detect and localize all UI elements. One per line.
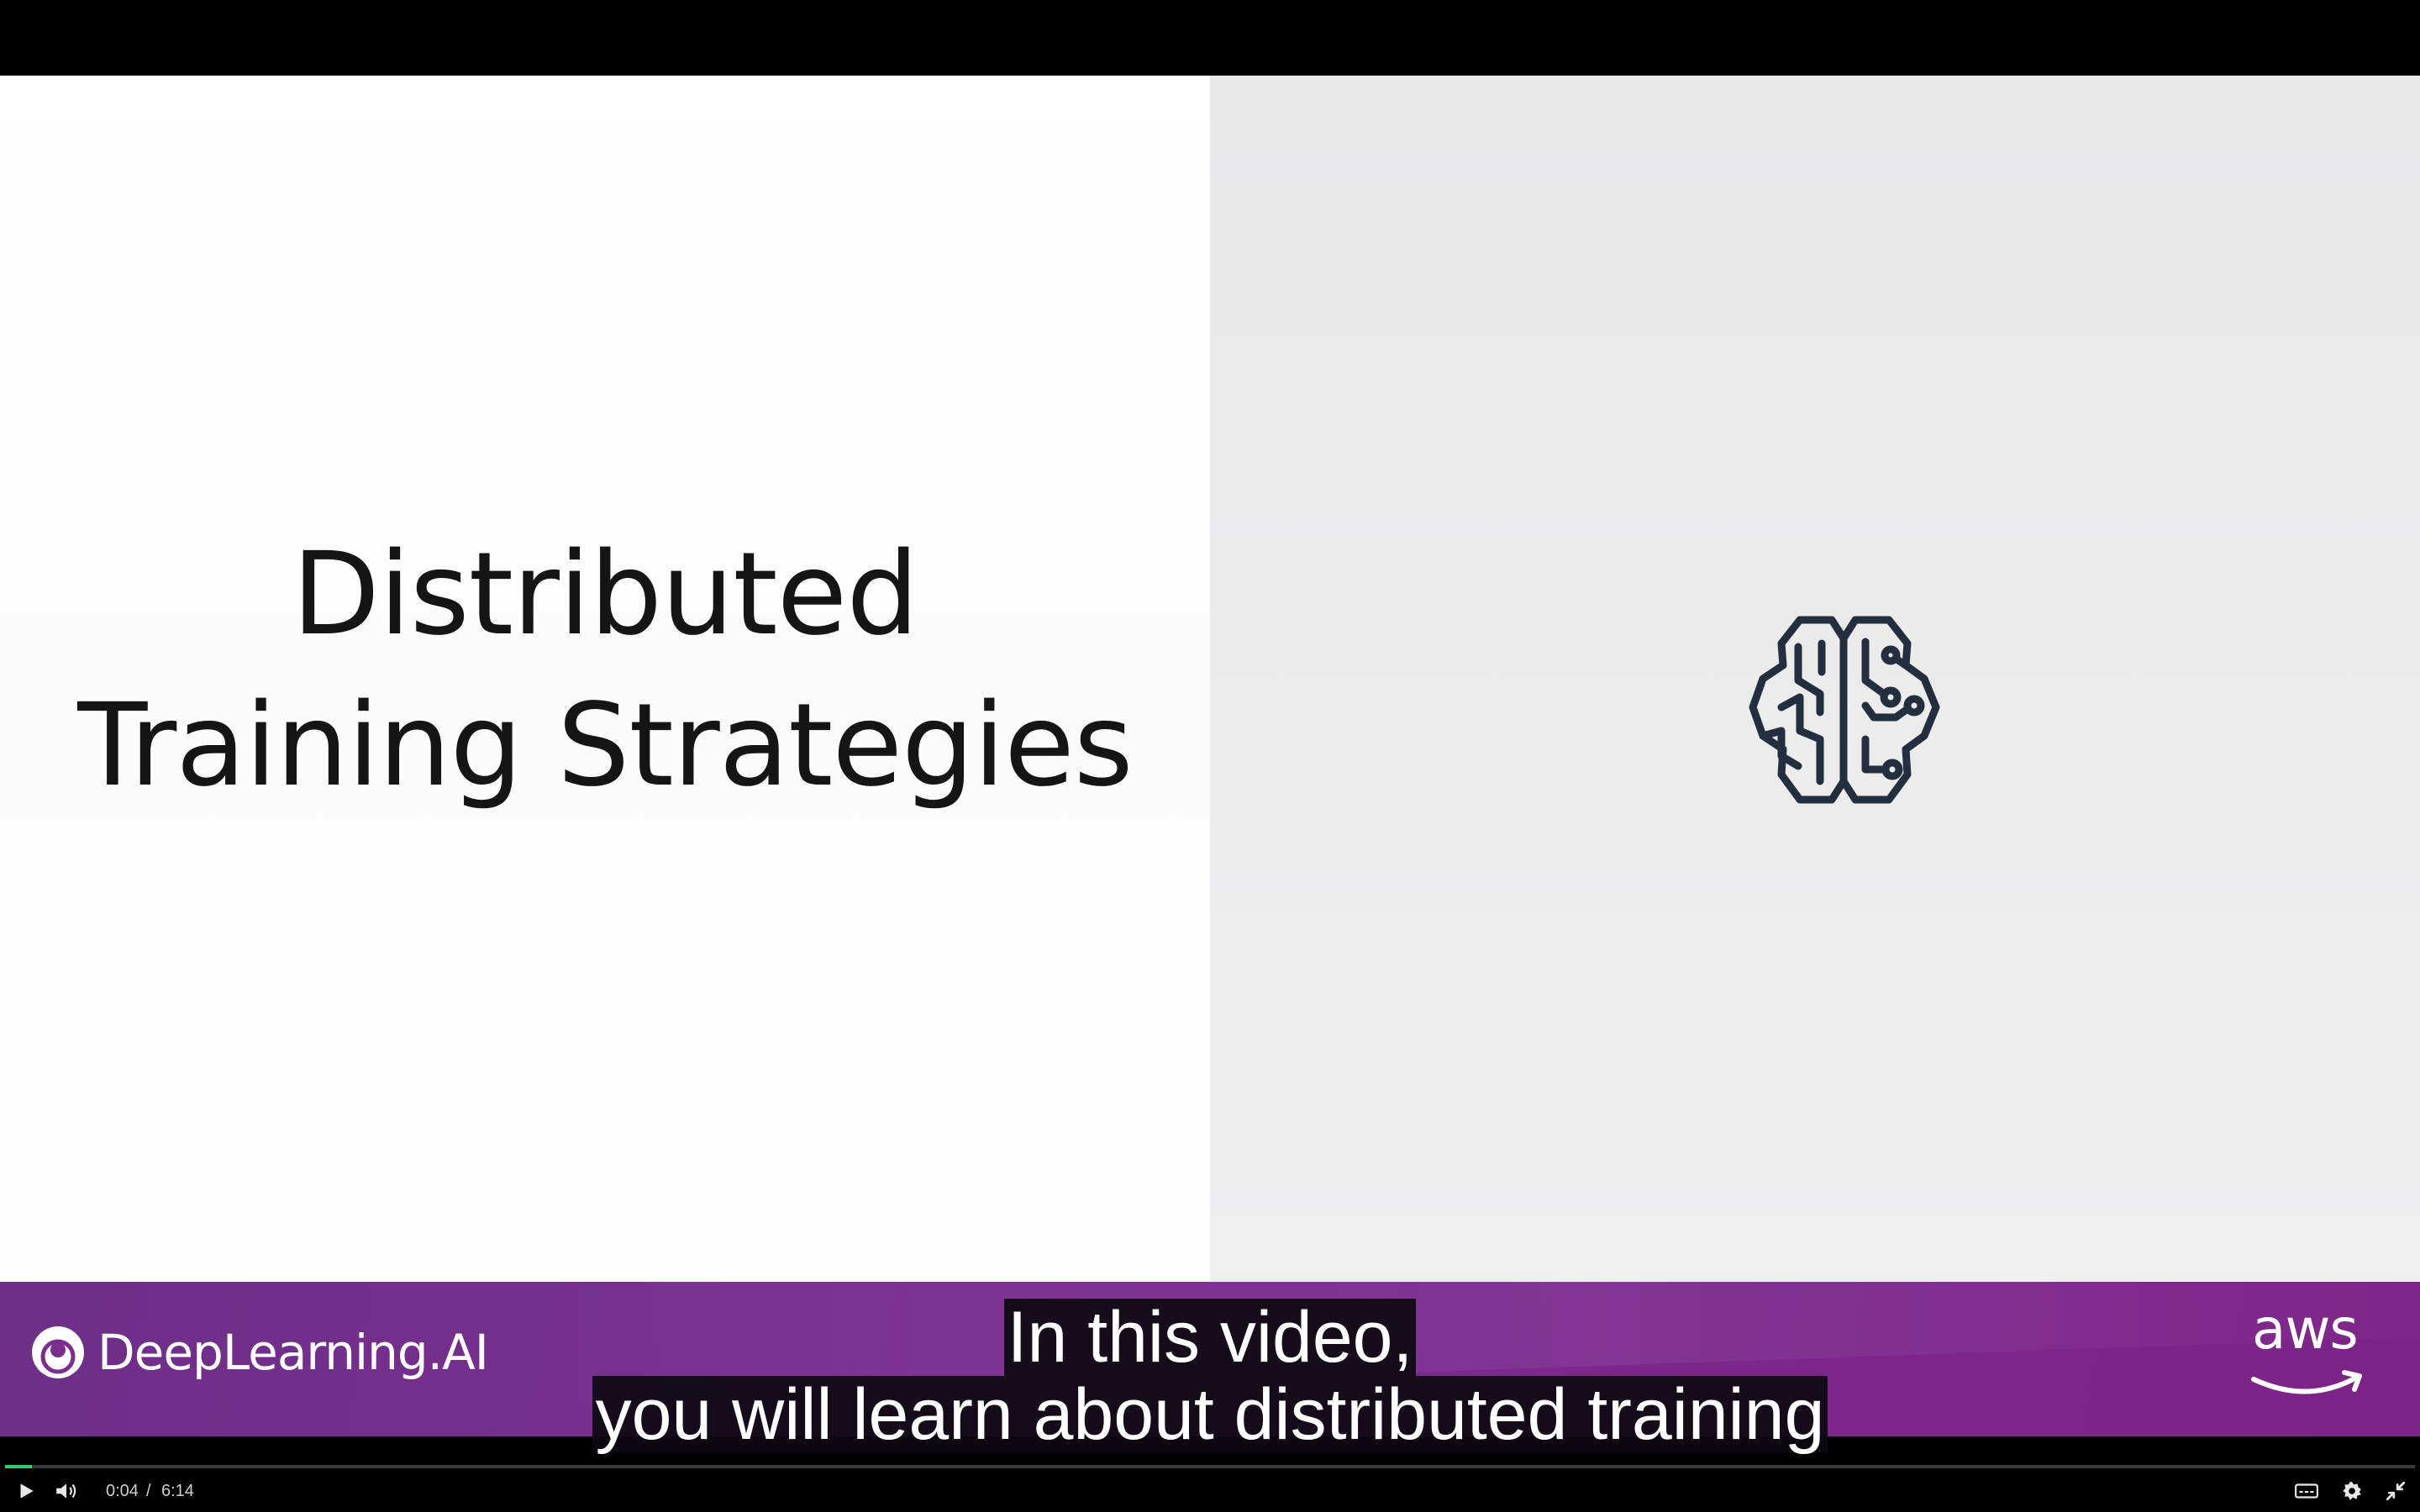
slide-title-line-2: Training Strategies [77,680,1133,812]
current-time: 0:04 [106,1482,139,1500]
captions-icon[interactable] [2294,1480,2319,1502]
caption-line-2: you will learn about distributed trainin… [592,1376,1828,1453]
progress-fill [5,1465,32,1468]
brain-circuit-icon [1749,616,1940,804]
time-separator: / [146,1482,151,1500]
slide-title-panel: Distributed Training Strategies [0,76,1210,1282]
play-icon[interactable] [15,1480,37,1502]
player-controls [0,1468,2420,1512]
slide-image-panel [1210,76,2420,1282]
slide-title: Distributed Training Strategies [0,519,1210,822]
exit-fullscreen-icon[interactable] [2385,1480,2407,1502]
slide-title-line-1: Distributed [292,528,918,661]
video-frame[interactable]: Distributed Training Strategies DeepLear… [0,76,2420,1436]
progress-bar[interactable] [5,1465,2415,1468]
duration: 6:14 [161,1482,194,1500]
volume-icon[interactable] [54,1480,79,1502]
settings-icon[interactable] [2341,1480,2363,1502]
closed-captions: In this video, you will learn about dist… [0,1299,2420,1453]
caption-line-1: In this video, [1003,1299,1417,1376]
